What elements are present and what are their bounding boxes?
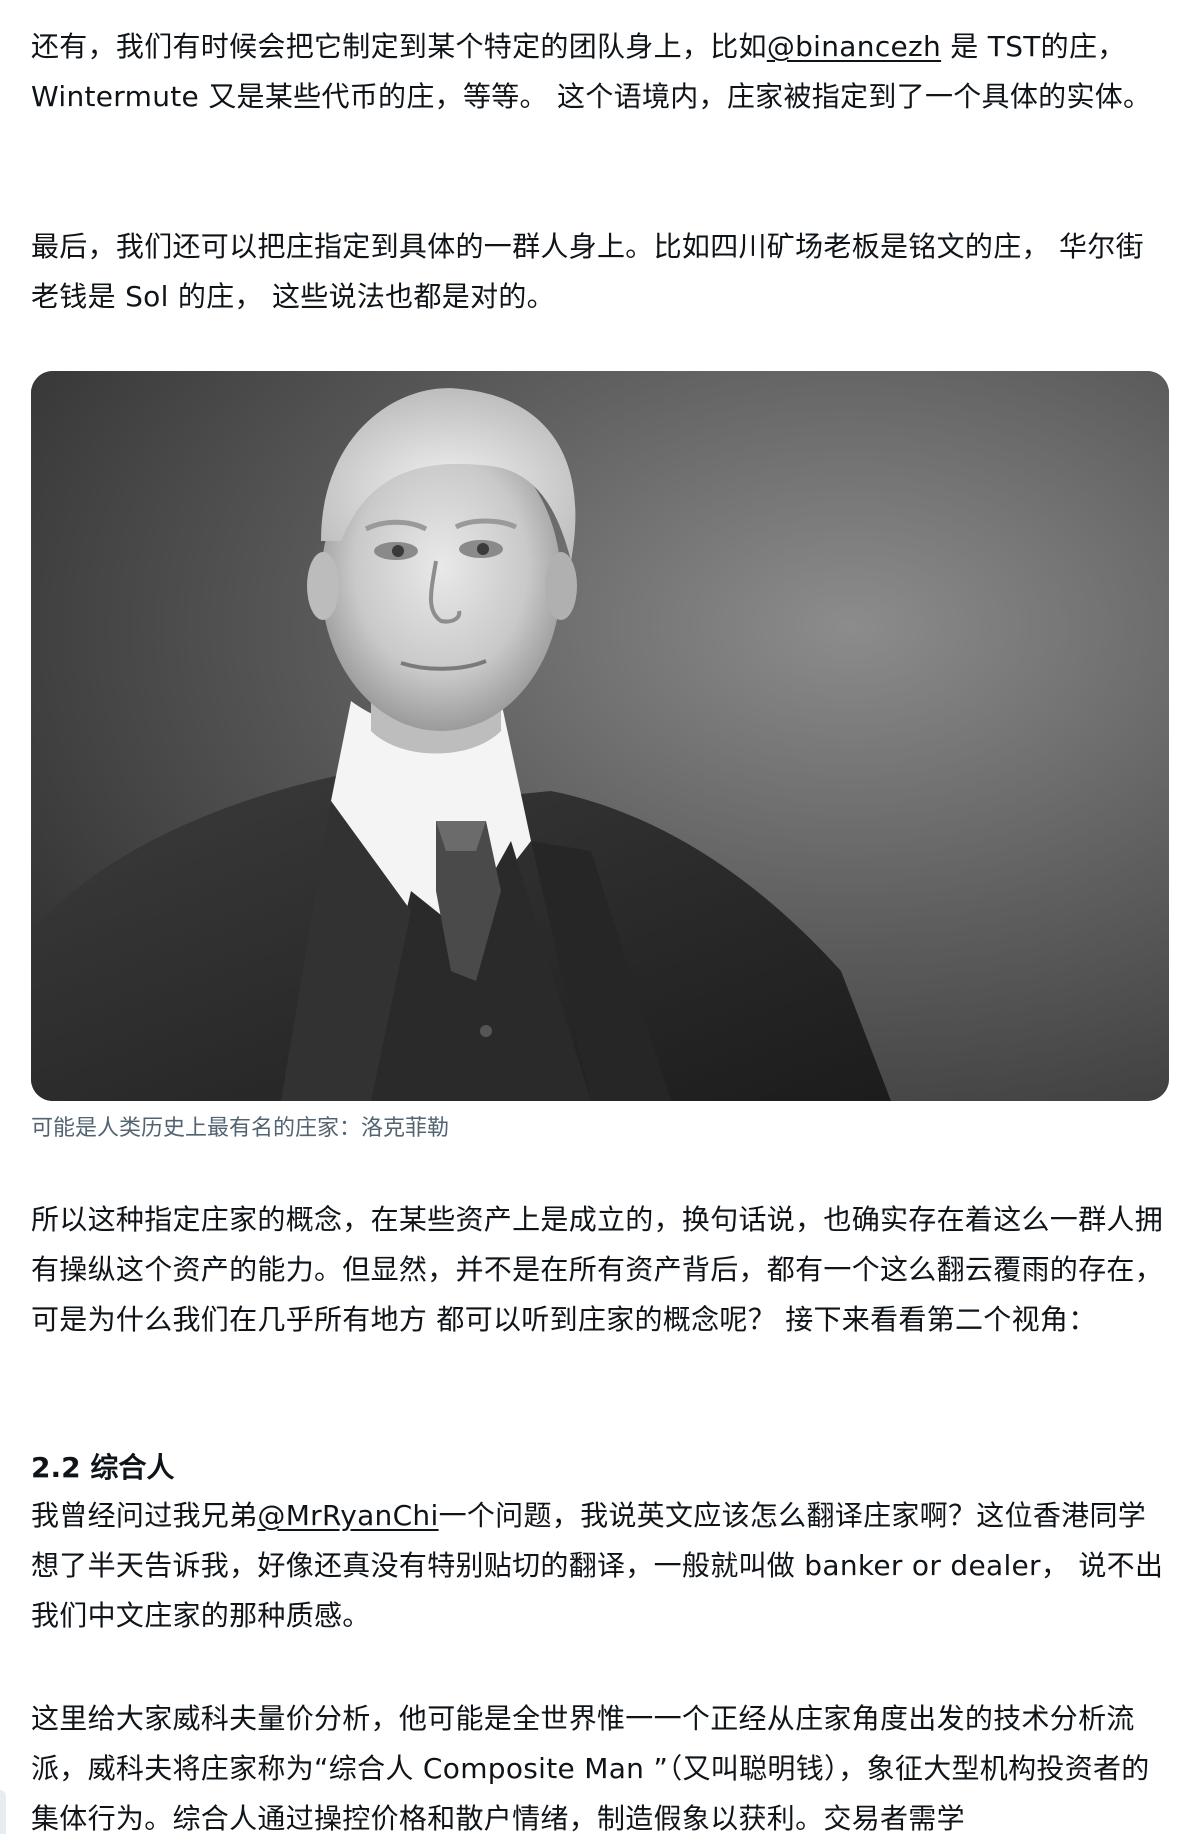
portrait-photo[interactable] <box>31 371 1169 1101</box>
mention-link-mrryanchi[interactable]: @MrRyanChi <box>257 1499 438 1532</box>
paragraph-text: 我曾经问过我兄弟 <box>31 1499 258 1532</box>
figure-caption: 可能是人类历史上最有名的庄家：洛克菲勒 <box>31 1116 450 1141</box>
portrait-photo-illustration <box>31 371 1169 1101</box>
paragraph-group-banker: 最后，我们还可以把庄指定到具体的一群人身上。比如四川矿场老板是铭文的庄， 华尔街… <box>31 230 1144 313</box>
paragraph-text: 还有，我们有时候会把它制定到某个特定的团队身上，比如 <box>31 30 767 63</box>
paragraph-translation: 我曾经问过我兄弟@MrRyanChi一个问题，我说英文应该怎么翻译庄家啊？这位香… <box>31 1491 1171 1641</box>
paragraph-banker-concept: 所以这种指定庄家的概念，在某些资产上是成立的，换句话说，也确实存在着这么一群人拥… <box>31 1203 1164 1336</box>
mention-link-binancezh[interactable]: @binancezh <box>767 30 941 63</box>
paragraph-wyckoff: 这里给大家威科夫量价分析，他可能是全世界惟一一个正经从庄家角度出发的技术分析流派… <box>31 1702 1150 1835</box>
scroll-edge-indicator <box>0 1790 6 1834</box>
section-heading: 2.2 综合人 <box>31 1451 175 1484</box>
paragraph-team-banker: 还有，我们有时候会把它制定到某个特定的团队身上，比如@binancezh 是 T… <box>31 22 1171 122</box>
